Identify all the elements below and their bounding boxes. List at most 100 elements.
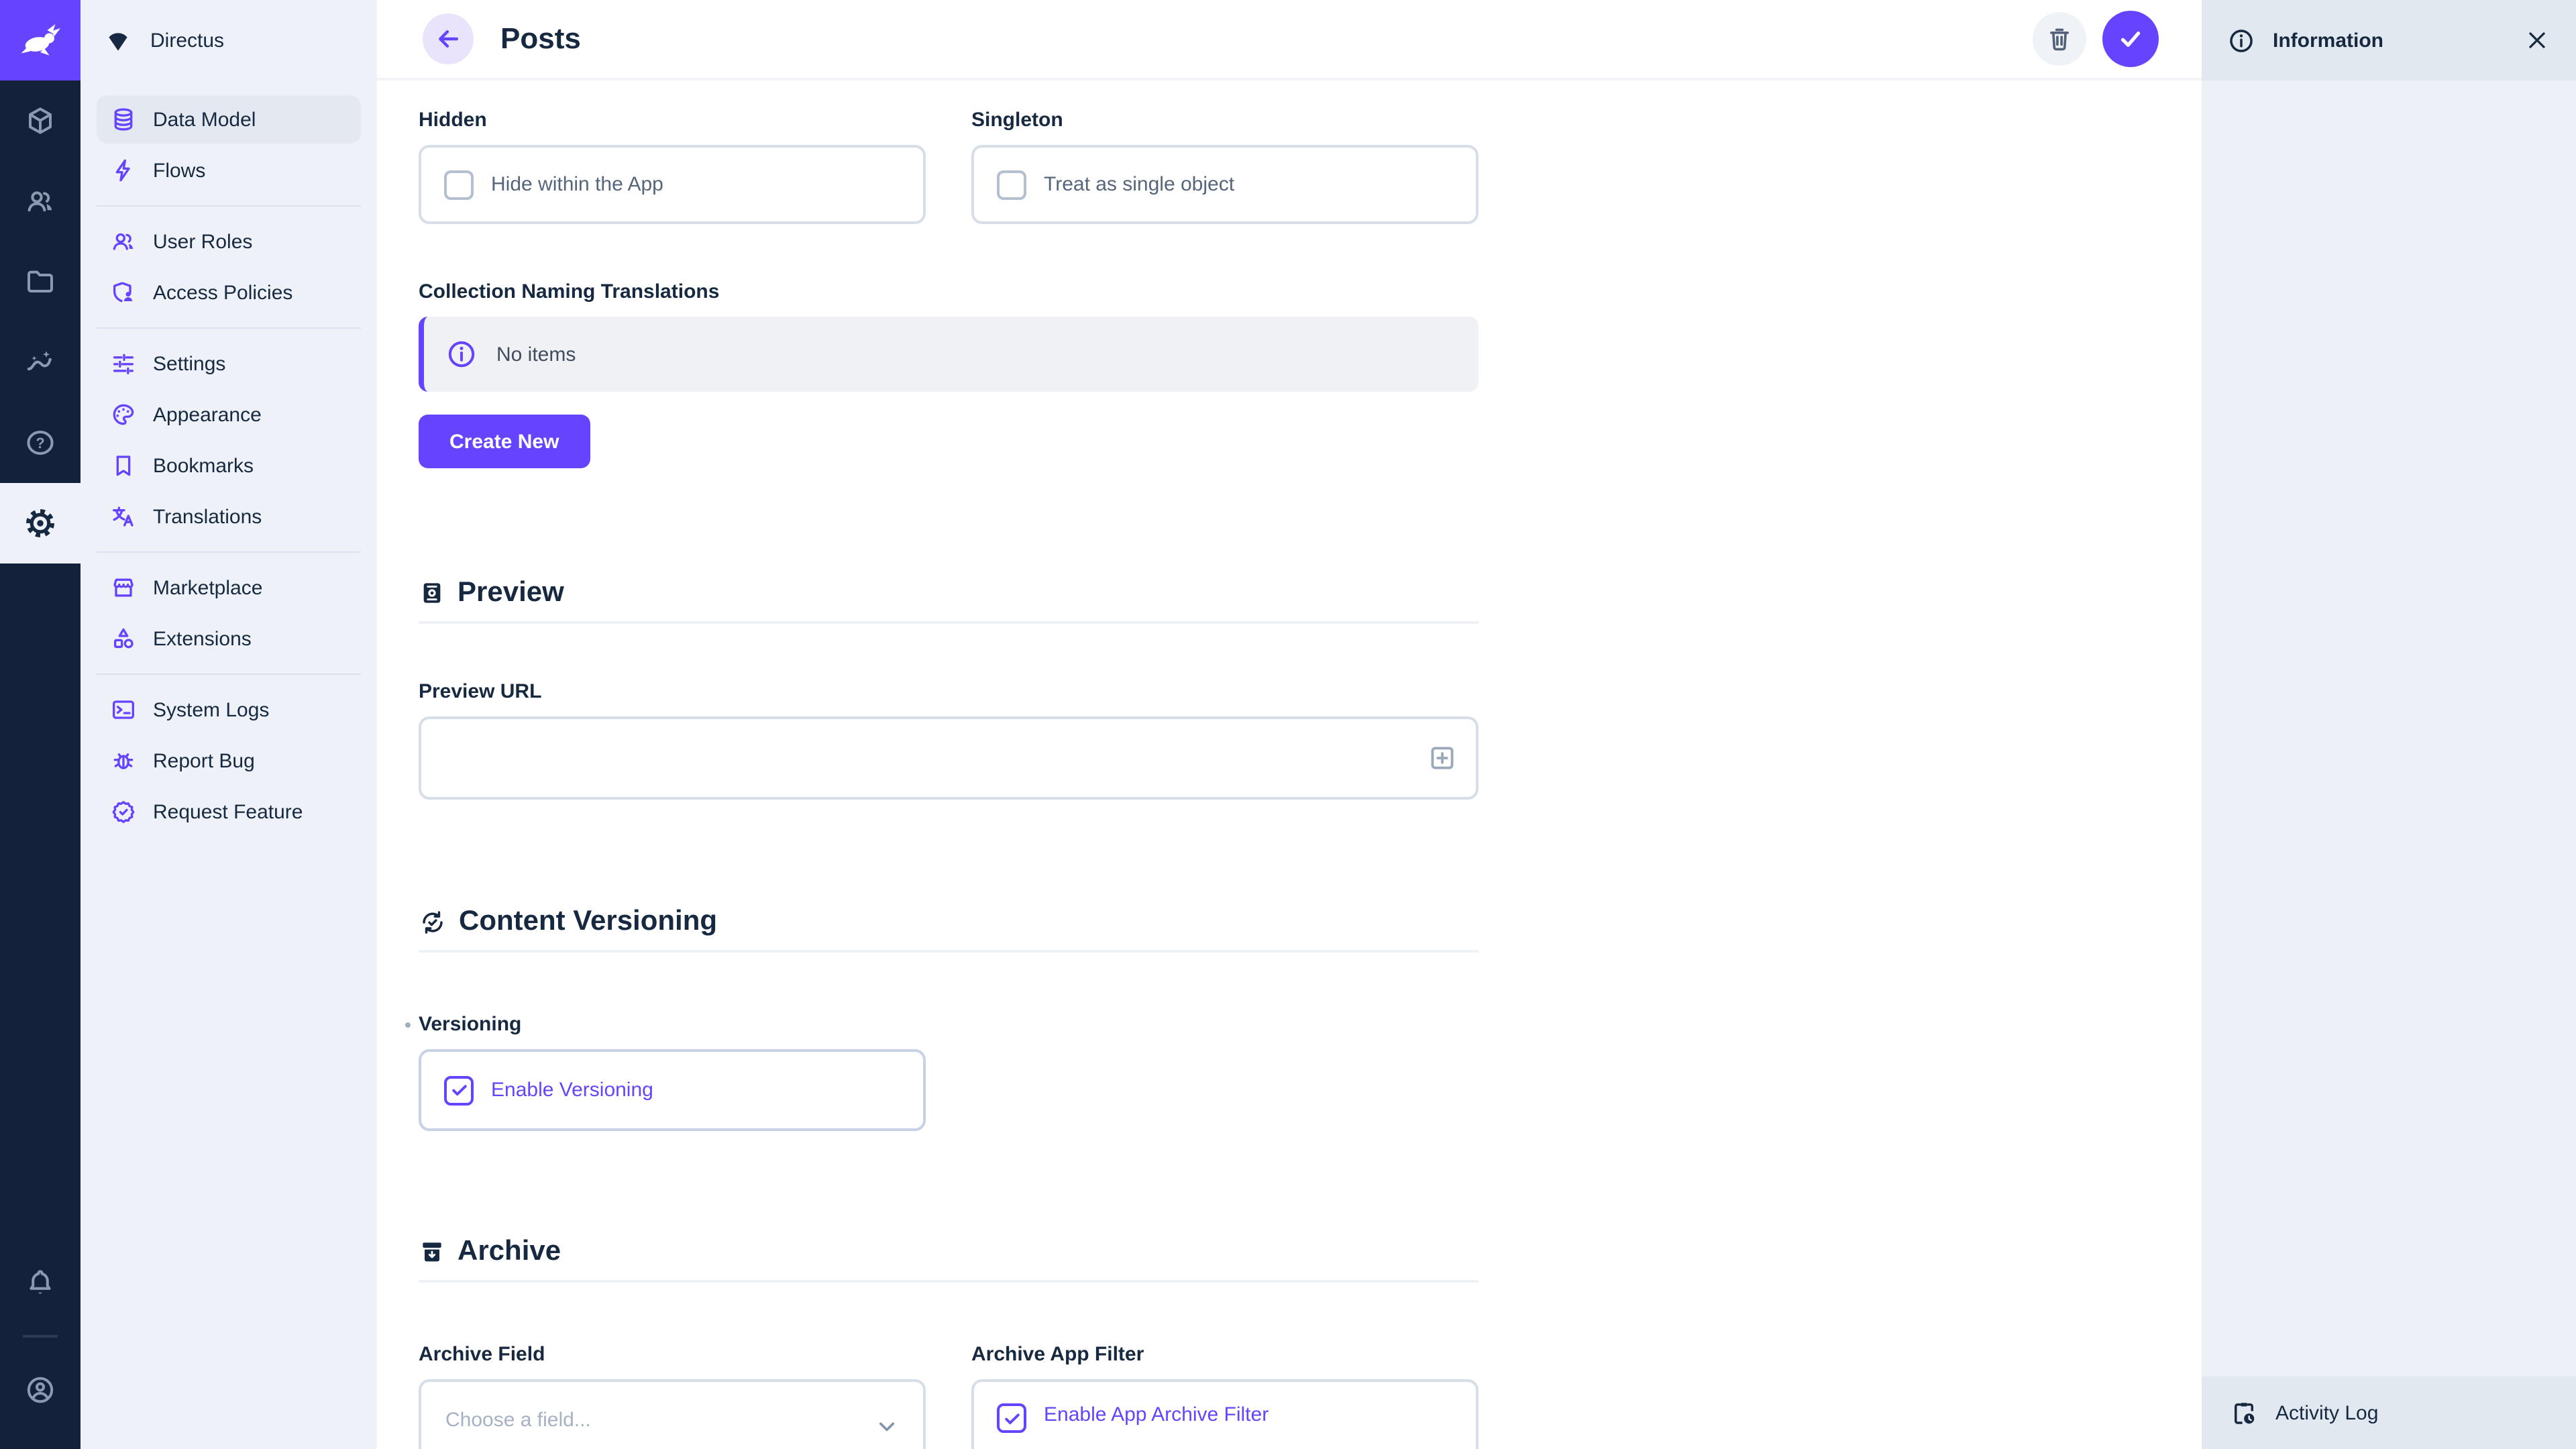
people-icon	[110, 228, 137, 255]
singleton-checkbox-field[interactable]: Treat as single object	[971, 145, 1479, 224]
singleton-checkbox[interactable]	[997, 170, 1026, 199]
sidebar-item-label: User Roles	[153, 230, 252, 253]
cube-icon	[24, 105, 56, 137]
empty-state-text: No items	[496, 343, 576, 366]
sidebar-item-extensions[interactable]: Extensions	[97, 614, 361, 663]
info-panel: Information Activity Log	[2202, 0, 2576, 1449]
module-content[interactable]	[0, 80, 80, 161]
database-icon	[110, 106, 137, 133]
module-bar: ?	[0, 0, 80, 1449]
account-button[interactable]	[0, 1350, 80, 1430]
archive-icon	[419, 1238, 445, 1265]
avatar-icon	[24, 1374, 56, 1406]
field-label-naming-translations: Collection Naming Translations	[419, 282, 1479, 303]
sidebar-item-label: Appearance	[153, 403, 262, 426]
tune-icon	[110, 350, 137, 377]
help-icon: ?	[24, 427, 56, 459]
clipboard-clock-icon	[2230, 1399, 2258, 1427]
insights-icon	[24, 346, 56, 378]
enable-app-archive-filter-checkbox[interactable]	[997, 1403, 1026, 1433]
section-title-text: Preview	[458, 577, 564, 609]
module-users[interactable]	[0, 161, 80, 241]
close-icon[interactable]	[2524, 27, 2551, 54]
info-panel-header: Information	[2202, 0, 2576, 80]
archive-field-select[interactable]: Choose a field...	[419, 1379, 926, 1449]
archive-section-title: Archive	[419, 1236, 1479, 1268]
collection-settings-form: Hidden Hide within the App Singleton	[377, 80, 2202, 1449]
bell-icon	[24, 1267, 56, 1299]
sidebar-item-label: Data Model	[153, 108, 256, 131]
info-icon	[2227, 26, 2255, 54]
project-header[interactable]: Directus	[80, 0, 377, 80]
preview-section-title: Preview	[419, 577, 1479, 609]
settings-nav: Data Model Flows	[80, 80, 377, 839]
field-label-singleton: Singleton	[971, 110, 1479, 131]
sidebar-item-data-model[interactable]: Data Model	[97, 95, 361, 144]
sidebar-item-label: Request Feature	[153, 800, 303, 823]
sidebar-item-label: Settings	[153, 352, 225, 375]
back-button[interactable]	[423, 13, 474, 64]
section-divider	[419, 1280, 1479, 1283]
module-files[interactable]	[0, 241, 80, 322]
info-panel-body	[2202, 80, 2576, 1377]
sidebar-item-label: Marketplace	[153, 576, 262, 599]
sidebar-item-marketplace[interactable]: Marketplace	[97, 564, 361, 612]
hidden-checkbox-field[interactable]: Hide within the App	[419, 145, 926, 224]
select-placeholder: Choose a field...	[445, 1409, 591, 1432]
enable-versioning-checkbox[interactable]	[444, 1075, 474, 1105]
info-panel-title: Information	[2273, 29, 2383, 52]
field-label-archive-field: Archive Field	[419, 1344, 926, 1366]
directus-app: ?	[0, 0, 2576, 1449]
module-docs[interactable]: ?	[0, 402, 80, 483]
storefront-icon	[110, 574, 137, 601]
module-bar-bottom	[0, 1242, 80, 1449]
directus-logo[interactable]	[0, 0, 80, 80]
archive-app-filter-field: Archive App Filter Enable App Archive Fi…	[971, 1344, 1479, 1449]
info-icon	[445, 338, 478, 370]
sidebar-item-request-feature[interactable]: Request Feature	[97, 788, 361, 836]
archive-field: Archive Field Choose a field...	[419, 1344, 926, 1449]
versioning-checkbox-field[interactable]: Enable Versioning	[419, 1049, 926, 1131]
create-new-button[interactable]: Create New	[419, 415, 590, 468]
settings-sidebar: Directus Data Model	[80, 0, 377, 1449]
activity-log-button[interactable]: Activity Log	[2202, 1377, 2576, 1449]
preview-url-input[interactable]	[419, 716, 1479, 800]
add-variable-icon[interactable]	[1426, 742, 1458, 774]
sidebar-item-translations[interactable]: Translations	[97, 492, 361, 541]
sidebar-item-bookmarks[interactable]: Bookmarks	[97, 441, 361, 490]
notifications-button[interactable]	[0, 1242, 80, 1323]
delete-collection-button[interactable]	[2033, 12, 2086, 66]
sidebar-item-flows[interactable]: Flows	[97, 146, 361, 195]
sidebar-item-access-policies[interactable]: Access Policies	[97, 268, 361, 317]
sidebar-item-report-bug[interactable]: Report Bug	[97, 737, 361, 785]
nav-divider	[97, 551, 361, 553]
field-label-preview-url: Preview URL	[419, 682, 1479, 703]
no-items-notice: No items	[419, 317, 1479, 392]
gear-icon	[23, 506, 58, 541]
trash-icon	[2045, 24, 2074, 54]
nav-divider	[97, 327, 361, 329]
module-insights[interactable]	[0, 322, 80, 402]
folder-icon	[24, 266, 56, 298]
sync-check-icon	[419, 908, 447, 936]
field-label-versioning: Versioning	[419, 1014, 1479, 1036]
preview-url-wrap	[419, 716, 1479, 800]
hidden-checkbox[interactable]	[444, 170, 474, 199]
section-title-text: Archive	[458, 1236, 561, 1268]
save-button[interactable]	[2102, 11, 2159, 67]
directus-rabbit-icon	[16, 16, 64, 64]
module-settings[interactable]	[0, 483, 80, 564]
sidebar-item-user-roles[interactable]: User Roles	[97, 217, 361, 266]
sidebar-item-settings[interactable]: Settings	[97, 339, 361, 388]
singleton-field: Singleton Treat as single object	[971, 110, 1479, 224]
preview-icon	[419, 580, 445, 606]
svg-text:?: ?	[36, 435, 44, 451]
archive-app-filter-checkbox-field[interactable]: Enable App Archive Filter	[971, 1379, 1479, 1449]
sidebar-item-appearance[interactable]: Appearance	[97, 390, 361, 439]
checkbox-label: Enable App Archive Filter	[1044, 1403, 1269, 1426]
sidebar-item-system-logs[interactable]: System Logs	[97, 686, 361, 734]
bug-icon	[110, 747, 137, 774]
medal-check-icon	[110, 798, 137, 825]
page-header: Posts	[377, 0, 2202, 80]
section-divider	[419, 950, 1479, 953]
